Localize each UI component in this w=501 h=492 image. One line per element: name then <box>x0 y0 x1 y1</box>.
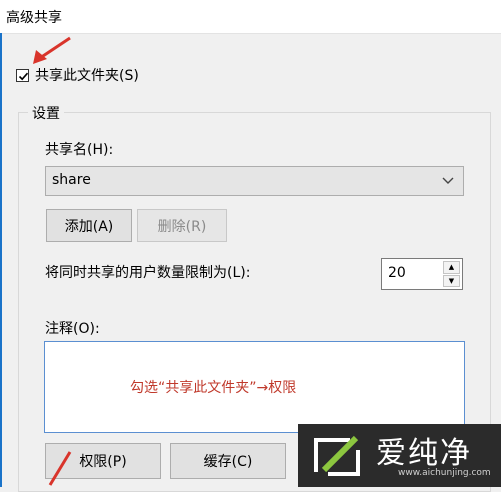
watermark-logo: 爱纯净 www.aichunjing.com <box>298 424 501 487</box>
share-folder-option[interactable]: 共享此文件夹(S) <box>16 65 139 85</box>
user-limit-spinner[interactable]: 20 ▲ ▼ <box>381 258 463 290</box>
share-name-dropdown[interactable]: share <box>45 166 464 196</box>
checkmark-icon <box>18 72 29 80</box>
share-name-label: 共享名(H): <box>45 142 114 158</box>
settings-legend: 设置 <box>28 103 64 123</box>
caching-button[interactable]: 缓存(C) <box>170 443 286 479</box>
share-folder-checkbox[interactable] <box>16 68 29 82</box>
watermark-name: 爱纯净 <box>376 436 472 471</box>
annotation-text: 勾选“共享此文件夹”→权限 <box>130 380 297 396</box>
permissions-button[interactable]: 权限(P) <box>45 443 161 479</box>
watermark-url: www.aichunjing.com <box>398 468 491 478</box>
share-name-value: share <box>52 172 91 188</box>
remove-button[interactable]: 删除(R) <box>137 209 227 242</box>
user-limit-label: 将同时共享的用户数量限制为(L): <box>45 265 251 281</box>
comments-label: 注释(O): <box>45 321 100 337</box>
title-bar: 高级共享 <box>0 0 501 34</box>
add-button[interactable]: 添加(A) <box>46 209 132 242</box>
spin-up-button[interactable]: ▲ <box>443 261 460 274</box>
share-folder-label: 共享此文件夹(S) <box>35 68 139 84</box>
logo-icon <box>314 435 360 476</box>
spin-down-button[interactable]: ▼ <box>443 274 460 287</box>
user-limit-value: 20 <box>388 265 406 281</box>
arrow-to-checkbox <box>33 36 71 64</box>
window-border <box>0 33 2 487</box>
chevron-down-icon <box>442 177 454 184</box>
window-title: 高级共享 <box>6 10 62 26</box>
